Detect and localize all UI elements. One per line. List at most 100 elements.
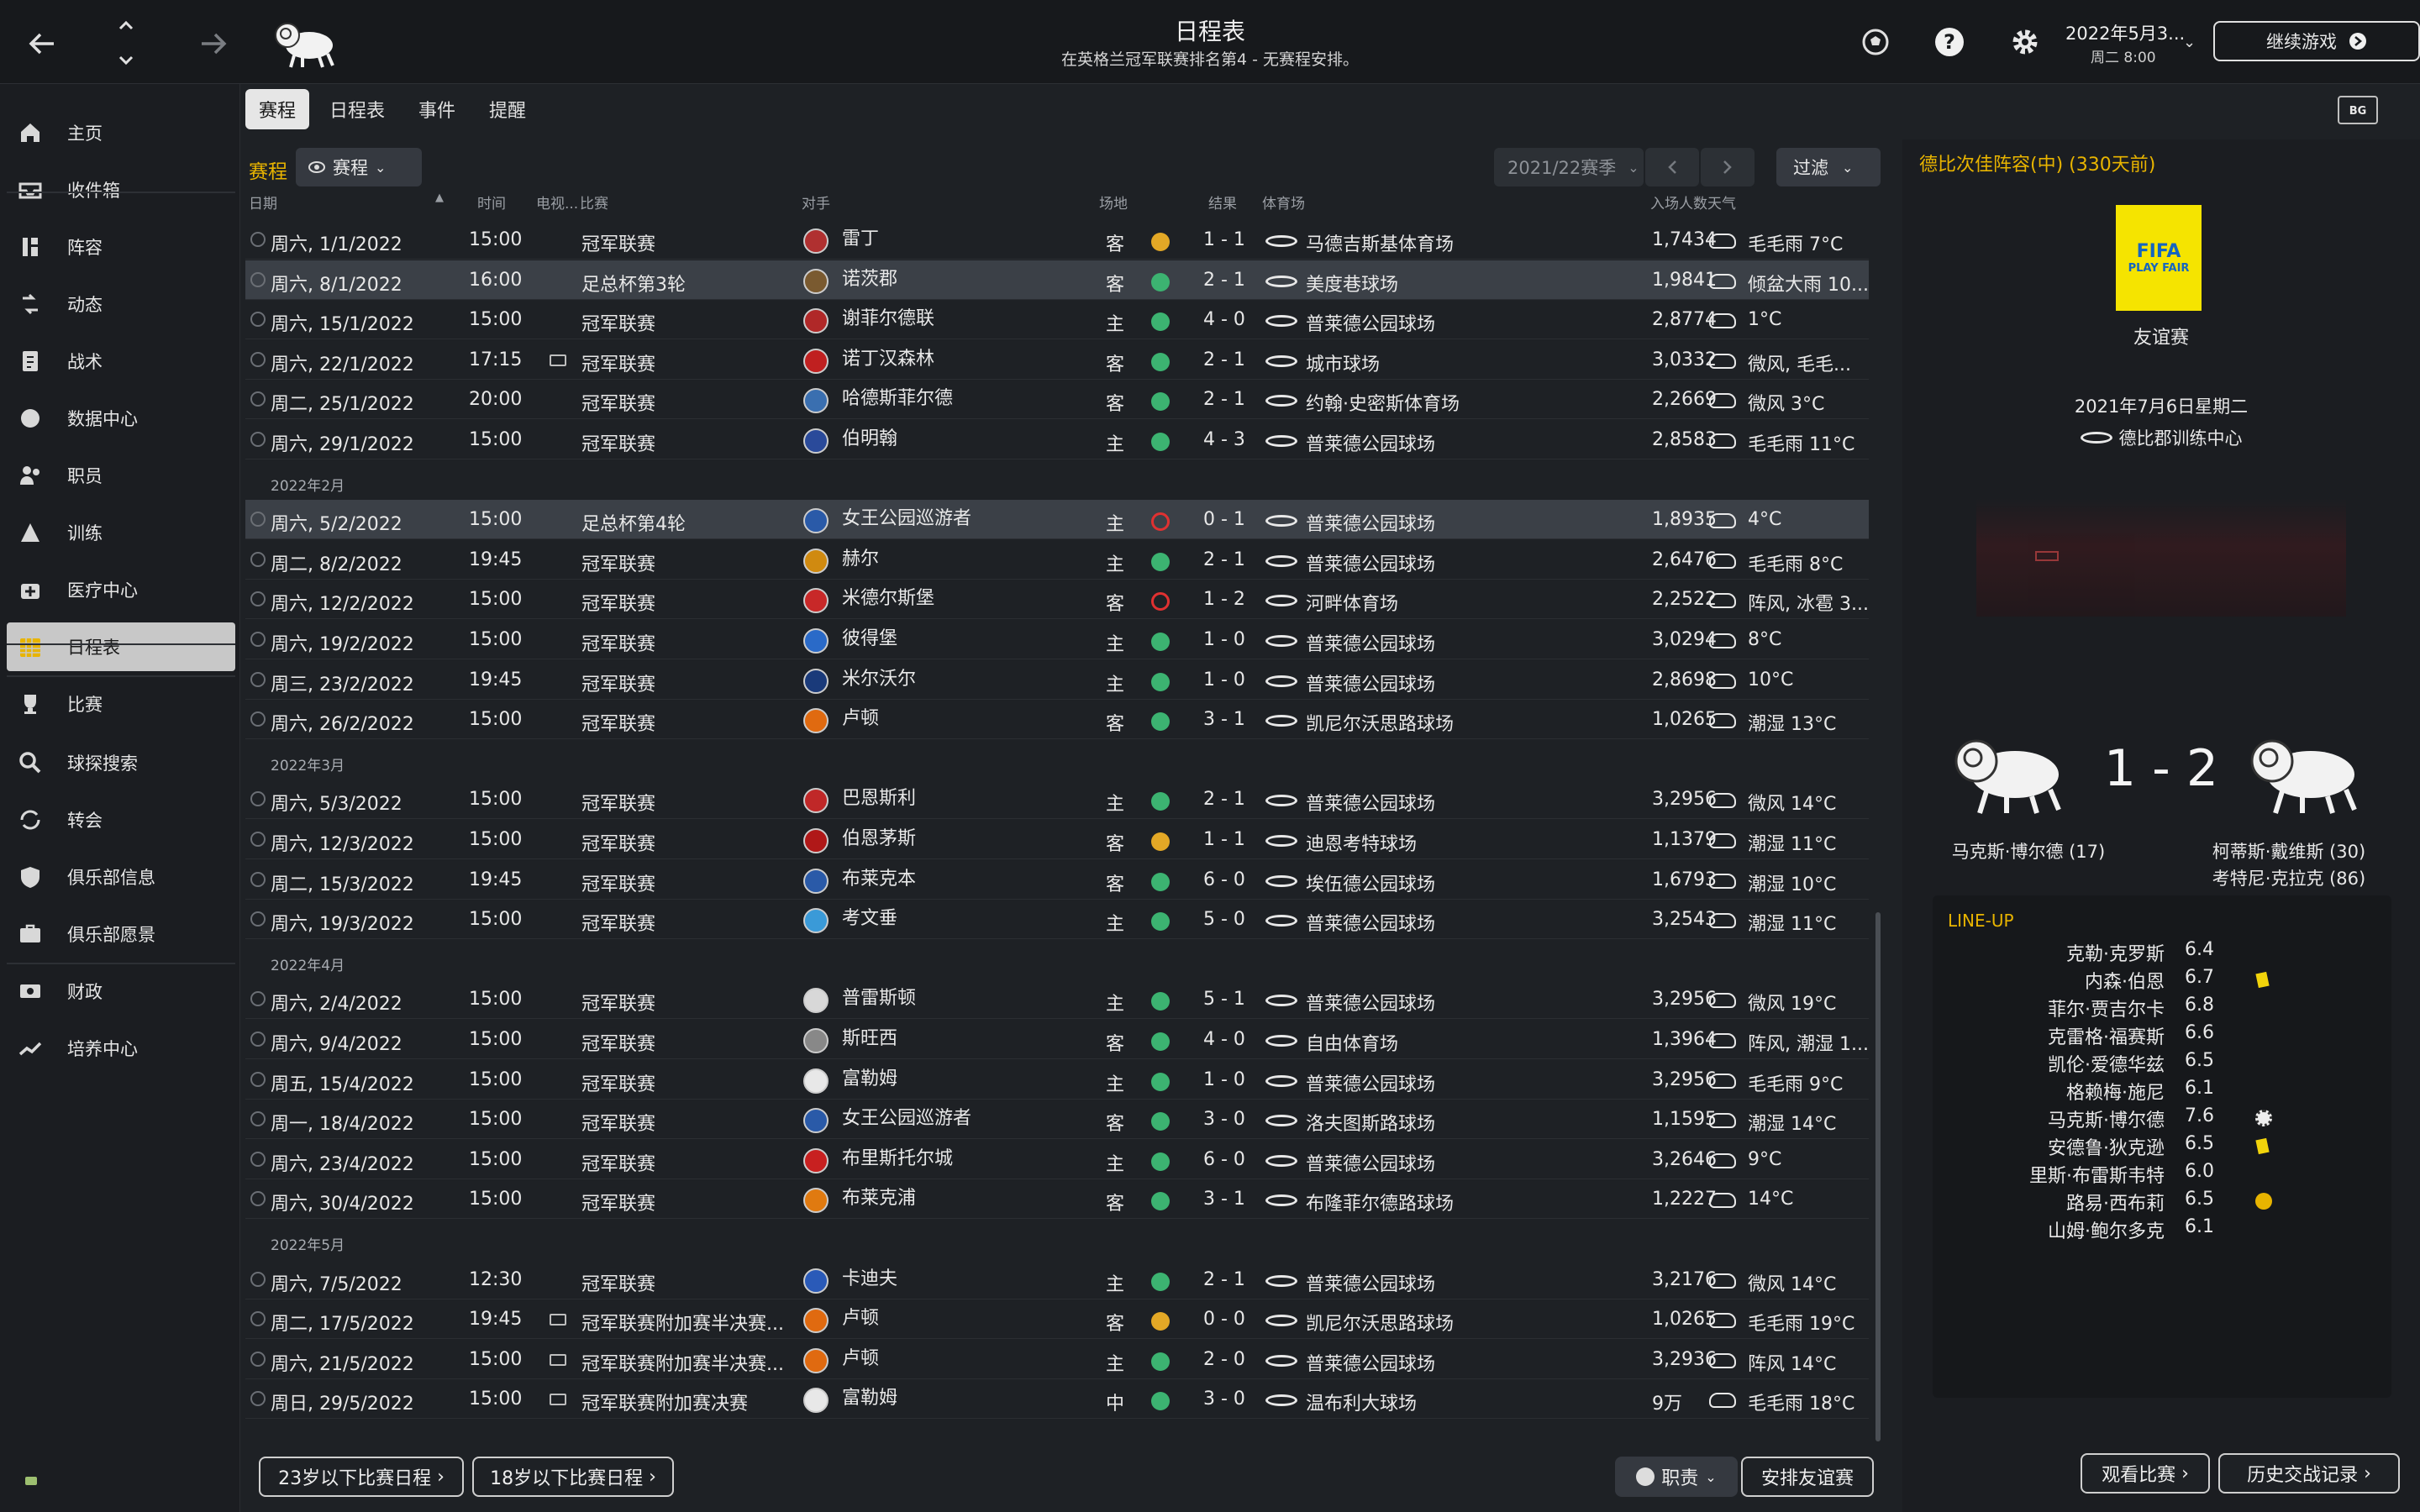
football-button[interactable] — [1859, 25, 1892, 59]
select-radio[interactable] — [250, 1032, 266, 1047]
fixture-row[interactable]: 周六, 23/4/2022 15:00 冠军联赛 布里斯托尔城 主 6 - 0 普莱德公园球… — [245, 1140, 1869, 1179]
select-radio[interactable] — [250, 1072, 266, 1087]
sidebar-item-dynamics[interactable]: 动态 — [7, 280, 235, 328]
tab-fixtures[interactable]: 赛程 — [245, 89, 310, 129]
sidebar-item-club-vision[interactable]: 俱乐部愿景 — [7, 910, 235, 958]
head-to-head-button[interactable]: 历史交战记录 › — [2218, 1453, 2400, 1494]
up-button[interactable] — [111, 13, 141, 37]
settings-button[interactable] — [2008, 25, 2042, 59]
sidebar-item-tactics[interactable]: 战术 — [7, 337, 235, 386]
lineup-player-row[interactable]: 菲尔·贾吉尔卡 6.8 — [1933, 995, 2302, 1022]
forward-button[interactable] — [192, 22, 235, 66]
game-date[interactable]: 2022年5月3... — [2065, 20, 2185, 45]
column-opponent[interactable]: 对手 — [802, 192, 830, 213]
match-score[interactable]: 1 - 2 — [2070, 739, 2252, 798]
fixture-row[interactable]: 周六, 5/3/2022 15:00 冠军联赛 巴恩斯利 主 2 - 1 普莱德公园球场 3,… — [245, 780, 1869, 819]
column-stadium[interactable]: 体育场 — [1262, 192, 1305, 213]
column-venue[interactable]: 场地 — [1099, 192, 1128, 213]
select-radio[interactable] — [250, 711, 266, 727]
column-date[interactable]: 日期 — [249, 192, 277, 213]
select-radio[interactable] — [250, 512, 266, 527]
duty-dropdown[interactable]: 职责 ⌄ — [1615, 1457, 1738, 1497]
select-radio[interactable] — [250, 352, 266, 367]
column-attendance[interactable]: 入场人数 — [1650, 192, 1707, 213]
select-radio[interactable] — [250, 272, 266, 287]
fixture-row[interactable]: 周二, 25/1/2022 20:00 冠军联赛 哈德斯菲尔德 客 2 - 1 约翰·史密斯… — [245, 380, 1869, 419]
tab-events[interactable]: 事件 — [405, 89, 469, 129]
lineup-player-row[interactable]: 克勒·克罗斯 6.4 — [1933, 939, 2302, 967]
column-tv[interactable]: 电视... — [536, 192, 578, 213]
fixture-row[interactable]: 周六, 21/5/2022 15:00 冠军联赛附加赛半决赛... 卢顿 主 2 - 0 普… — [245, 1340, 1869, 1379]
lineup-player-row[interactable]: 路易·西布莉 6.5 — [1933, 1189, 2302, 1216]
next-season-button[interactable] — [1701, 148, 1754, 186]
sidebar-item-club-info[interactable]: 俱乐部信息 — [7, 853, 235, 901]
select-radio[interactable] — [250, 672, 266, 687]
sidebar-item-squad[interactable]: 阵容 — [7, 223, 235, 271]
season-dropdown[interactable]: 2021/22赛季 ⌄ — [1494, 148, 1644, 186]
select-radio[interactable] — [250, 232, 266, 247]
fixture-row[interactable]: 周六, 30/4/2022 15:00 冠军联赛 布莱克浦 客 3 - 1 布隆菲尔德路球场… — [245, 1179, 1869, 1219]
fixture-row[interactable]: 周六, 5/2/2022 15:00 足总杯第4轮 女王公园巡游者 主 0 - 1 普莱德公… — [245, 500, 1869, 539]
away-crest[interactable] — [2244, 731, 2370, 815]
select-radio[interactable] — [250, 1391, 266, 1406]
sidebar-item-calendar[interactable]: 日程表 — [7, 622, 235, 671]
select-radio[interactable] — [250, 1311, 266, 1326]
scrollbar[interactable] — [1876, 912, 1881, 1441]
fixture-row[interactable]: 周六, 7/5/2022 12:30 冠军联赛 卡迪夫 主 2 - 1 普莱德公园球场 3,2… — [245, 1260, 1869, 1299]
home-crest[interactable] — [1948, 731, 2074, 815]
select-radio[interactable] — [250, 432, 266, 447]
view-dropdown[interactable]: 赛程 ⌄ — [296, 148, 422, 186]
sidebar-item-medical[interactable]: 医疗中心 — [7, 565, 235, 614]
fixture-row[interactable]: 周六, 12/3/2022 15:00 冠军联赛 伯恩茅斯 客 1 - 1 迪恩考特球场 1,… — [245, 820, 1869, 859]
filter-button[interactable]: 过滤 ⌄ — [1776, 148, 1881, 186]
fixture-row[interactable]: 周二, 8/2/2022 19:45 冠军联赛 赫尔 主 2 - 1 普莱德公园球场 2,64… — [245, 540, 1869, 580]
fixture-row[interactable]: 周六, 26/2/2022 15:00 冠军联赛 卢顿 客 3 - 1 凯尼尔沃思路球场 1,… — [245, 700, 1869, 739]
lineup-player-row[interactable]: 内森·伯恩 6.7 — [1933, 967, 2302, 995]
sidebar-item-inbox[interactable]: 收件箱 — [7, 165, 235, 214]
column-time[interactable]: 时间 — [477, 192, 506, 213]
bg-toggle-button[interactable]: BG — [2338, 96, 2378, 124]
select-radio[interactable] — [250, 1152, 266, 1167]
fixture-row[interactable]: 周六, 19/3/2022 15:00 冠军联赛 考文垂 主 5 - 0 普莱德公园球场 3,… — [245, 900, 1869, 939]
fixture-row[interactable]: 周六, 9/4/2022 15:00 冠军联赛 斯旺西 客 4 - 0 自由体育场 1,396… — [245, 1020, 1869, 1059]
sidebar-item-finances[interactable]: 财政 — [7, 967, 235, 1016]
select-radio[interactable] — [250, 552, 266, 567]
u18-fixtures-button[interactable]: 18岁以下比赛日程 › — [472, 1457, 674, 1497]
club-crest[interactable] — [271, 17, 345, 69]
match-venue[interactable]: 德比郡训练中心 — [1902, 425, 2420, 450]
fixture-row[interactable]: 周日, 29/5/2022 15:00 冠军联赛附加赛决赛 富勒姆 中 3 - 0 温布利大… — [245, 1379, 1869, 1419]
fixture-row[interactable]: 周二, 15/3/2022 19:45 冠军联赛 布莱克本 客 6 - 0 埃伍德公园球场 1… — [245, 860, 1869, 900]
sidebar-item-development[interactable]: 培养中心 — [7, 1024, 235, 1073]
tab-reminders[interactable]: 提醒 — [476, 89, 539, 129]
fixture-row[interactable]: 周六, 15/1/2022 15:00 冠军联赛 谢菲尔德联 主 4 - 0 普莱德公园球场… — [245, 300, 1869, 339]
lineup-player-row[interactable]: 凯伦·爱德华兹 6.5 — [1933, 1050, 2302, 1078]
sidebar-item-transfers[interactable]: 转会 — [7, 795, 235, 844]
select-radio[interactable] — [250, 312, 266, 327]
lineup-player-row[interactable]: 安德鲁·狄克逊 6.5 — [1933, 1133, 2302, 1161]
u23-fixtures-button[interactable]: 23岁以下比赛日程 › — [259, 1457, 464, 1497]
fixture-row[interactable]: 周二, 17/5/2022 19:45 冠军联赛附加赛半决赛... 卢顿 客 0 - 0 凯… — [245, 1299, 1869, 1339]
prev-season-button[interactable] — [1645, 148, 1699, 186]
fixture-row[interactable]: 周六, 8/1/2022 16:00 足总杯第3轮 诺茨郡 客 2 - 1 美度巷球场 1,9… — [245, 260, 1869, 300]
select-radio[interactable] — [250, 1111, 266, 1126]
fixture-row[interactable]: 周五, 15/4/2022 15:00 冠军联赛 富勒姆 主 1 - 0 普莱德公园球场 3,… — [245, 1060, 1869, 1100]
sidebar-item-trophy[interactable]: 比赛 — [7, 680, 235, 728]
fixture-row[interactable]: 周六, 12/2/2022 15:00 冠军联赛 米德尔斯堡 客 1 - 2 河畔体育场 2,… — [245, 580, 1869, 619]
column-weather[interactable]: 天气 — [1707, 192, 1736, 213]
tab-calendar[interactable]: 日程表 — [316, 89, 398, 129]
fixture-row[interactable]: 周六, 29/1/2022 15:00 冠军联赛 伯明翰 主 4 - 3 普莱德公园球场 2,… — [245, 420, 1869, 459]
select-radio[interactable] — [250, 591, 266, 606]
down-button[interactable] — [111, 49, 141, 72]
fixture-row[interactable]: 周六, 1/1/2022 15:00 冠军联赛 雷丁 客 1 - 1 马德吉斯基体育场 1,7… — [245, 220, 1869, 260]
lineup-player-row[interactable]: 里斯·布雷斯韦特 6.0 — [1933, 1161, 2302, 1189]
sidebar-item-home[interactable]: 主页 — [7, 108, 235, 157]
lineup-player-row[interactable]: 山姆·鲍尔多克 6.1 — [1933, 1216, 2302, 1244]
fixture-row[interactable]: 周三, 23/2/2022 19:45 冠军联赛 米尔沃尔 主 1 - 0 普莱德公园球场 2… — [245, 660, 1869, 700]
watch-match-button[interactable]: 观看比赛 › — [2081, 1453, 2210, 1494]
fixture-row[interactable]: 周一, 18/4/2022 15:00 冠军联赛 女王公园巡游者 客 3 - 0 洛夫图斯路… — [245, 1100, 1869, 1139]
continue-button[interactable]: 继续游戏 — [2213, 21, 2420, 61]
lineup-player-row[interactable]: 克雷格·福赛斯 6.6 — [1933, 1022, 2302, 1050]
panel-title[interactable]: 德比次佳阵容(中) (330天前) — [1919, 150, 2155, 176]
column-competition[interactable]: 比赛 — [580, 192, 608, 213]
select-radio[interactable] — [250, 872, 266, 887]
